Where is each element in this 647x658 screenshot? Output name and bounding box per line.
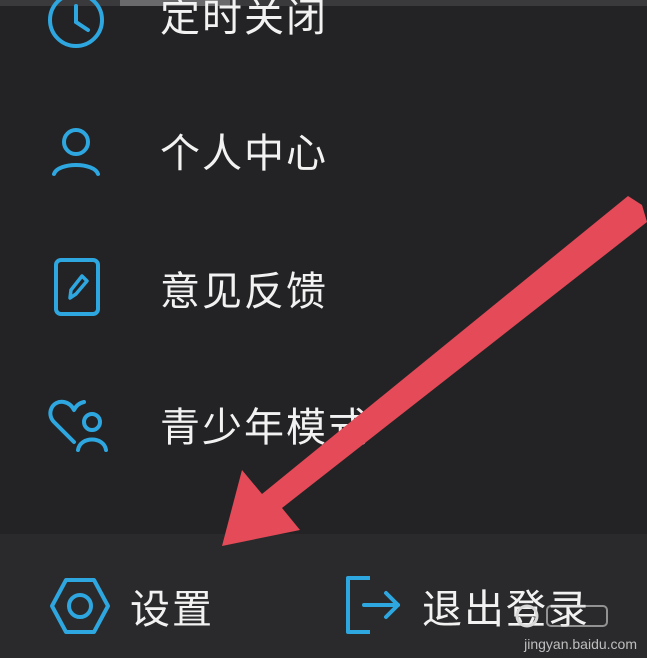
logout-icon — [346, 576, 400, 634]
settings-button[interactable]: 设置 — [0, 534, 300, 658]
settings-icon — [50, 578, 110, 634]
settings-label: 设置 — [130, 587, 214, 633]
menu-item-label: 青少年模式 — [160, 405, 370, 451]
menu-item-label: 意见反馈 — [160, 269, 328, 315]
baidu-watermark-logo — [515, 604, 608, 628]
menu-item-profile[interactable]: 个人中心 — [0, 98, 647, 208]
menu-item-label: 个人中心 — [160, 131, 328, 177]
clock-icon — [48, 0, 104, 48]
feedback-edit-icon — [54, 258, 100, 316]
menu-item-label: 定时关闭 — [160, 0, 328, 41]
watermark-text: jingyan.baidu.com — [524, 636, 637, 652]
heart-person-icon — [48, 399, 108, 452]
user-icon — [52, 128, 100, 176]
menu-item-feedback[interactable]: 意见反馈 — [0, 236, 647, 346]
menu-item-timer-close[interactable]: 定时关闭 — [0, 0, 647, 78]
menu-item-youth-mode[interactable]: 青少年模式 — [0, 372, 647, 482]
